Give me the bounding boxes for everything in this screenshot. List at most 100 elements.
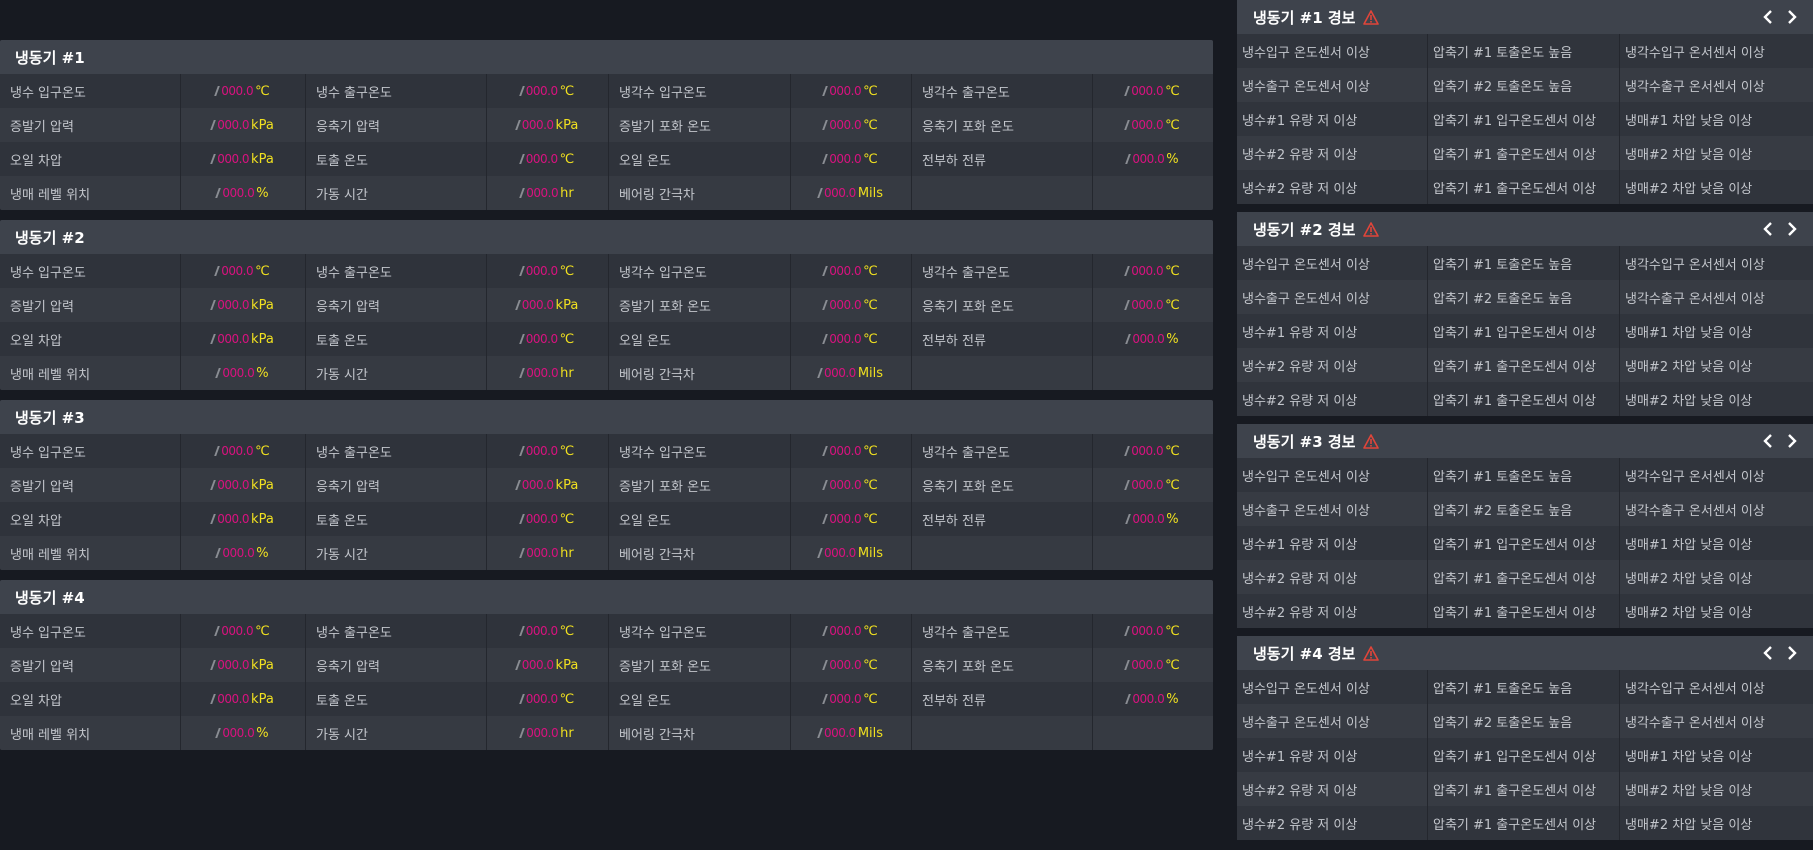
metric-label: 냉매 레벨 위치 [0, 356, 181, 390]
value-marker-icon [210, 120, 217, 130]
alarm-item: 압축기 #1 토출온도 높음 [1428, 458, 1620, 492]
metric-value-cell: 000.0 ℃ [487, 74, 609, 108]
alarm-item: 압축기 #1 입구온도센서 이상 [1428, 102, 1620, 136]
metric-label [912, 536, 1093, 570]
metric-value-cell: 000.0 kPa [487, 288, 609, 322]
metric-value-cell: 000.0 ℃ [181, 434, 306, 468]
value-marker-icon [1124, 446, 1131, 456]
metric-value: 000.0 [526, 546, 559, 560]
value-marker-icon [817, 548, 823, 558]
metric-value-cell: 000.0 ℃ [1093, 74, 1213, 108]
alarm-pager [1761, 0, 1799, 34]
metric-label: 베어링 간극차 [609, 716, 791, 750]
chiller-panel-title: 냉동기 #3 [0, 400, 1213, 434]
chevron-right-icon[interactable] [1785, 222, 1799, 236]
metric-value: 000.0 [1132, 692, 1165, 706]
metric-label: 오일 차압 [0, 142, 181, 176]
alarm-item: 냉수#2 유량 저 이상 [1237, 382, 1428, 416]
metric-value: 000.0 [521, 478, 554, 492]
chevron-left-icon[interactable] [1761, 222, 1775, 236]
metric-value: 000.0 [221, 264, 254, 278]
chiller-panels: 냉동기 #1 냉수 입구온도 000.0 ℃ 냉수 출구온도 000.0 ℃ 냉각수 입구온도… [0, 40, 1213, 760]
alarm-item: 냉각수입구 온서센서 이상 [1625, 257, 1765, 273]
metric-value-cell [1093, 716, 1213, 750]
metric-value-cell: 000.0 ℃ [791, 108, 912, 142]
value-marker-icon [518, 334, 525, 344]
metric-value-cell [1093, 536, 1213, 570]
metric-unit: kPa [251, 297, 274, 313]
value-marker-icon [519, 188, 526, 198]
alarm-item: 압축기 #1 출구온도센서 이상 [1428, 382, 1620, 416]
metric-value: 000.0 [829, 478, 862, 492]
metric-value: 000.0 [829, 152, 862, 166]
value-marker-icon [215, 188, 222, 198]
metric-unit: kPa [251, 511, 274, 527]
metric-value: 000.0 [526, 186, 559, 200]
metric-value-cell: 000.0 ℃ [1093, 254, 1213, 288]
metric-value: 000.0 [222, 186, 255, 200]
metric-label: 베어링 간극차 [609, 536, 791, 570]
metric-label: 증발기 포화 온도 [609, 648, 791, 682]
value-marker-icon [822, 120, 829, 130]
metric-value: 000.0 [823, 366, 856, 380]
metric-value: 000.0 [829, 84, 862, 98]
metric-row: 오일 차압 000.0 kPa 토출 온도 000.0 ℃ 오일 온도 000.0 ℃ 전부하 전… [0, 142, 1213, 176]
metric-value: 000.0 [525, 264, 558, 278]
metric-unit: ℃ [863, 151, 878, 167]
metric-label: 증발기 압력 [0, 108, 181, 142]
alarm-item: 냉수출구 온도센서 이상 [1237, 68, 1428, 102]
alarm-item: 냉수#1 유량 저 이상 [1237, 738, 1428, 772]
alarm-panel-title: 냉동기 #2 경보 [1253, 220, 1356, 239]
chevron-left-icon[interactable] [1761, 10, 1775, 24]
metric-unit: kPa [555, 297, 579, 313]
metric-unit: ℃ [863, 477, 878, 493]
alarm-item: 냉수#2 유량 저 이상 [1237, 594, 1428, 628]
metric-value: 000.0 [1131, 118, 1164, 132]
metric-value: 000.0 [222, 366, 255, 380]
alarm-item: 냉매#2 차압 낮음 이상 [1625, 181, 1753, 197]
chiller-panel: 냉동기 #3 냉수 입구온도 000.0 ℃ 냉수 출구온도 000.0 ℃ 냉각수 입구온도… [0, 400, 1213, 570]
metric-value-cell: 000.0 ℃ [1093, 434, 1213, 468]
metric-label: 베어링 간극차 [609, 356, 791, 390]
value-marker-icon [214, 626, 221, 636]
metric-unit: ℃ [255, 83, 270, 99]
value-marker-icon [214, 86, 221, 96]
metric-unit: ℃ [1165, 263, 1180, 279]
metric-label: 냉수 입구온도 [0, 254, 181, 288]
metric-label: 냉매 레벨 위치 [0, 536, 181, 570]
metric-row: 오일 차압 000.0 kPa 토출 온도 000.0 ℃ 오일 온도 000.0 ℃ 전부하 전… [0, 502, 1213, 536]
metric-value: 000.0 [1131, 658, 1164, 672]
alarm-item: 냉수#2 유량 저 이상 [1237, 772, 1428, 806]
alarm-panel-title: 냉동기 #1 경보 [1253, 8, 1356, 27]
metric-label: 냉수 입구온도 [0, 614, 181, 648]
metric-value-cell: 000.0 hr [487, 536, 609, 570]
value-marker-icon [1124, 86, 1131, 96]
metric-value: 000.0 [222, 726, 255, 740]
warning-icon [1363, 9, 1380, 25]
metric-row: 냉수 입구온도 000.0 ℃ 냉수 출구온도 000.0 ℃ 냉각수 입구온도 000.0 ℃… [0, 434, 1213, 468]
metric-value: 000.0 [217, 478, 250, 492]
alarm-item: 압축기 #1 출구온도센서 이상 [1428, 348, 1620, 382]
alarm-item: 냉매#2 차압 낮음 이상 [1625, 571, 1753, 587]
metric-row: 냉매 레벨 위치 000.0% 가동 시간 000.0 hr 베어링 간극차 000.0 Mi… [0, 356, 1213, 390]
chevron-right-icon[interactable] [1785, 10, 1799, 24]
metric-value-cell: 000.0% [1093, 502, 1213, 536]
metric-unit: kPa [251, 691, 274, 707]
metric-unit: ℃ [863, 623, 878, 639]
metric-value-cell: 000.0% [1093, 682, 1213, 716]
chevron-left-icon[interactable] [1761, 434, 1775, 448]
dashboard: 냉동기 #1 냉수 입구온도 000.0 ℃ 냉수 출구온도 000.0 ℃ 냉각수 입구온도… [0, 0, 1813, 850]
metric-unit: ℃ [1165, 443, 1180, 459]
metric-row: 냉수 입구온도 000.0 ℃ 냉수 출구온도 000.0 ℃ 냉각수 입구온도 000.0 ℃… [0, 614, 1213, 648]
value-marker-icon [822, 446, 829, 456]
metric-value-cell: 000.0 ℃ [791, 322, 912, 356]
chevron-right-icon[interactable] [1785, 434, 1799, 448]
metric-value-cell: 000.0 kPa [181, 648, 306, 682]
metric-value-cell [1093, 176, 1213, 210]
chevron-right-icon[interactable] [1785, 646, 1799, 660]
metric-row: 냉매 레벨 위치 000.0% 가동 시간 000.0 hr 베어링 간극차 000.0 Mi… [0, 536, 1213, 570]
metric-value-cell: 000.0 ℃ [487, 502, 609, 536]
chevron-left-icon[interactable] [1761, 646, 1775, 660]
metric-row: 증발기 압력 000.0 kPa 응축기 압력 000.0 kPa 증발기 포화 온도 000… [0, 648, 1213, 682]
metric-label: 베어링 간극차 [609, 176, 791, 210]
